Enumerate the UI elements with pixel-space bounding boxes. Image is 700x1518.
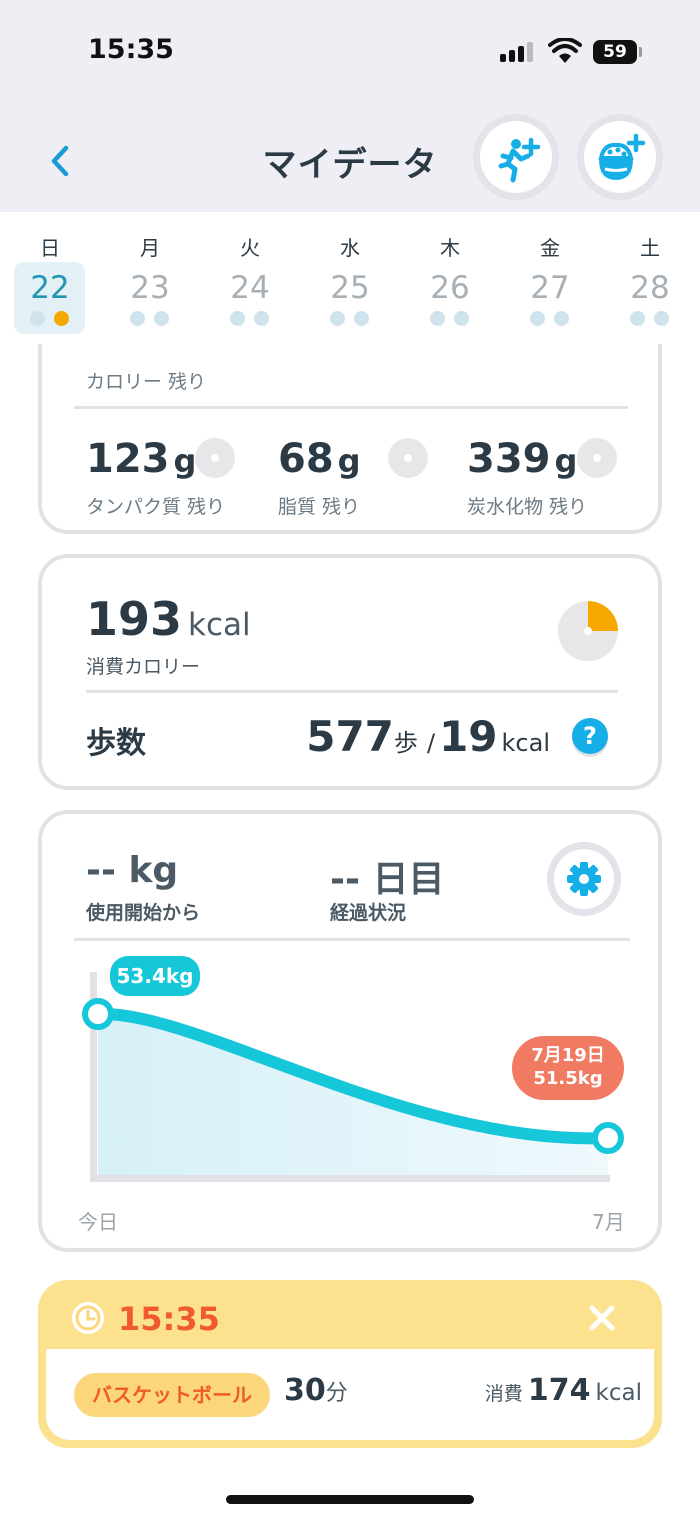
day-of-week: 火 xyxy=(240,236,260,260)
end-weight-value: 51.5kg xyxy=(533,1068,603,1089)
day-22[interactable]: 日 22 xyxy=(14,212,86,336)
x-axis-end-label: 7月 xyxy=(592,1210,625,1234)
home-indicator xyxy=(226,1495,474,1504)
burn-progress-ring xyxy=(558,601,618,661)
add-meal-icon xyxy=(598,133,646,180)
activity-name: バスケットボール xyxy=(74,1373,270,1417)
calories-burned-card[interactable]: 193 kcal 消費カロリー 歩数 577歩 /19 kcal ? xyxy=(38,554,662,790)
fat-value: 68 g xyxy=(278,436,361,482)
steps-help-button[interactable]: ? xyxy=(572,718,608,754)
divider xyxy=(86,690,618,693)
add-exercise-button[interactable] xyxy=(473,114,559,200)
day-23[interactable]: 月 23 xyxy=(114,212,186,336)
weight-card: -- kg 使用開始から -- 日目 経過状況 53.4kg 7月19日 51.… xyxy=(38,810,662,1252)
activity-burn: 消費 174 kcal xyxy=(484,1373,642,1408)
cellular-signal-icon xyxy=(500,40,538,62)
x-axis-line xyxy=(90,1175,610,1182)
day-number: 26 xyxy=(430,270,470,306)
divider xyxy=(74,406,628,409)
activity-log-card[interactable]: 15:35 バスケットボール 30分 消費 174 kcal xyxy=(38,1280,662,1448)
steps-kcal-value: 19 xyxy=(439,712,498,761)
battery-icon: 59 xyxy=(593,40,637,64)
protein-ring xyxy=(195,438,235,478)
protein-label: タンパク質 残り xyxy=(86,496,226,518)
day-number: 24 xyxy=(230,270,270,306)
weight-chart xyxy=(82,972,624,1182)
carbs-value: 339 g xyxy=(467,436,578,482)
carbs-ring xyxy=(577,438,617,478)
status-time: 15:35 xyxy=(88,34,174,65)
start-weight-tag: 53.4kg xyxy=(110,956,200,996)
day-status-dots xyxy=(314,311,386,327)
steps-unit: 歩 xyxy=(393,729,418,757)
day-of-week: 日 xyxy=(40,236,60,260)
log-entry: バスケットボール 30分 消費 174 kcal xyxy=(46,1349,654,1440)
end-weight-tag: 7月19日 51.5kg xyxy=(512,1036,624,1100)
day-of-week: 金 xyxy=(540,236,560,260)
end-weight-date: 7月19日 xyxy=(531,1045,605,1066)
day-25[interactable]: 水 25 xyxy=(314,212,386,336)
day-of-week: 月 xyxy=(140,236,160,260)
close-icon[interactable] xyxy=(586,1302,618,1334)
status-bar: 15:35 59 xyxy=(0,0,700,105)
carbs-label: 炭水化物 残り xyxy=(467,496,588,518)
day-28[interactable]: 土 28 xyxy=(614,212,686,336)
steps-separator: / xyxy=(426,729,436,757)
day-number: 25 xyxy=(330,270,370,306)
clock-icon xyxy=(72,1302,104,1334)
activity-duration: 30分 xyxy=(284,1373,348,1408)
steps-kcal-unit: kcal xyxy=(501,729,550,757)
wifi-icon xyxy=(548,38,582,63)
burned-value: 193 kcal xyxy=(86,592,251,646)
x-axis-start-label: 今日 xyxy=(78,1210,118,1234)
day-status-dots xyxy=(614,311,686,327)
day-number: 22 xyxy=(30,270,70,306)
day-26[interactable]: 木 26 xyxy=(414,212,486,336)
protein-value: 123 g xyxy=(86,436,197,482)
day-status-dots xyxy=(514,311,586,327)
add-exercise-icon xyxy=(498,137,541,183)
fat-ring xyxy=(388,438,428,478)
day-status-dots xyxy=(114,311,186,327)
day-27[interactable]: 金 27 xyxy=(514,212,586,336)
day-of-week: 水 xyxy=(340,236,360,260)
steps-value: 577 xyxy=(306,712,394,761)
day-number: 27 xyxy=(530,270,570,306)
add-meal-button[interactable] xyxy=(577,114,663,200)
day-number: 28 xyxy=(630,270,670,306)
burned-label: 消費カロリー xyxy=(86,656,201,678)
day-of-week: 土 xyxy=(640,236,660,260)
day-of-week: 木 xyxy=(440,236,460,260)
start-weight-point xyxy=(82,998,114,1030)
end-weight-point xyxy=(592,1122,624,1154)
fat-label: 脂質 残り xyxy=(278,496,361,518)
week-strip: 日 22 月 23 火 24 水 25 木 26 金 27 土 28 xyxy=(0,212,700,344)
day-status-dots xyxy=(214,311,286,327)
day-24[interactable]: 火 24 xyxy=(214,212,286,336)
calorie-remaining-label: カロリー 残り xyxy=(86,371,207,393)
day-status-dots xyxy=(14,311,86,327)
log-time: 15:35 xyxy=(118,1300,220,1338)
battery-tip xyxy=(639,47,642,57)
day-number: 23 xyxy=(130,270,170,306)
steps-summary: 577歩 /19 kcal xyxy=(306,712,550,761)
steps-label: 歩数 xyxy=(86,726,146,761)
header: マイデータ xyxy=(0,105,700,212)
day-status-dots xyxy=(414,311,486,327)
